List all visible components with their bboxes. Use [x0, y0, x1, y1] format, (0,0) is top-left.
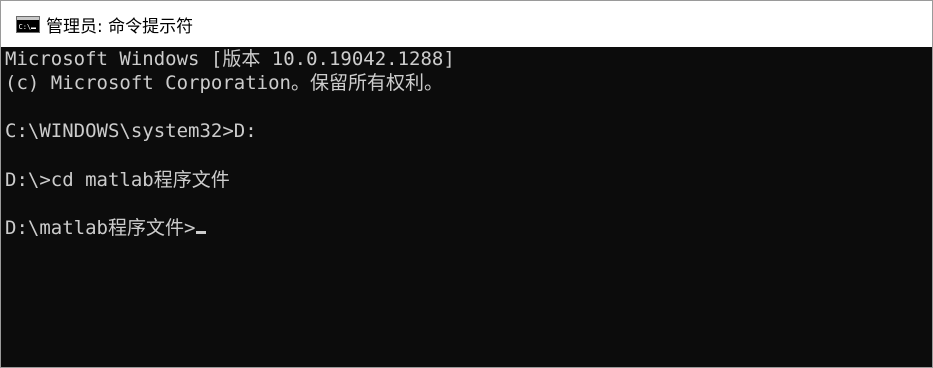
console-line: Microsoft Windows [版本 10.0.19042.1288]: [5, 48, 455, 70]
console-line: (c) Microsoft Corporation。保留所有权利。: [5, 72, 443, 94]
prompt-line: D:\matlab程序文件>: [5, 216, 207, 240]
window-title: 管理员: 命令提示符: [46, 16, 194, 37]
console-output-area[interactable]: Microsoft Windows [版本 10.0.19042.1288] (…: [1, 47, 932, 367]
text-cursor: [196, 231, 207, 234]
console-line: D:\>cd matlab程序文件: [5, 169, 230, 191]
current-prompt: D:\matlab程序文件>: [5, 217, 196, 239]
cmd-console-icon: C:\: [16, 15, 40, 33]
console-line: C:\WINDOWS\system32>D:: [5, 120, 257, 142]
svg-text:C:\: C:\: [19, 23, 32, 31]
command-prompt-window: C:\ 管理员: 命令提示符 Microsoft Windows [版本 10.…: [0, 0, 933, 368]
title-bar[interactable]: C:\ 管理员: 命令提示符: [1, 1, 932, 47]
